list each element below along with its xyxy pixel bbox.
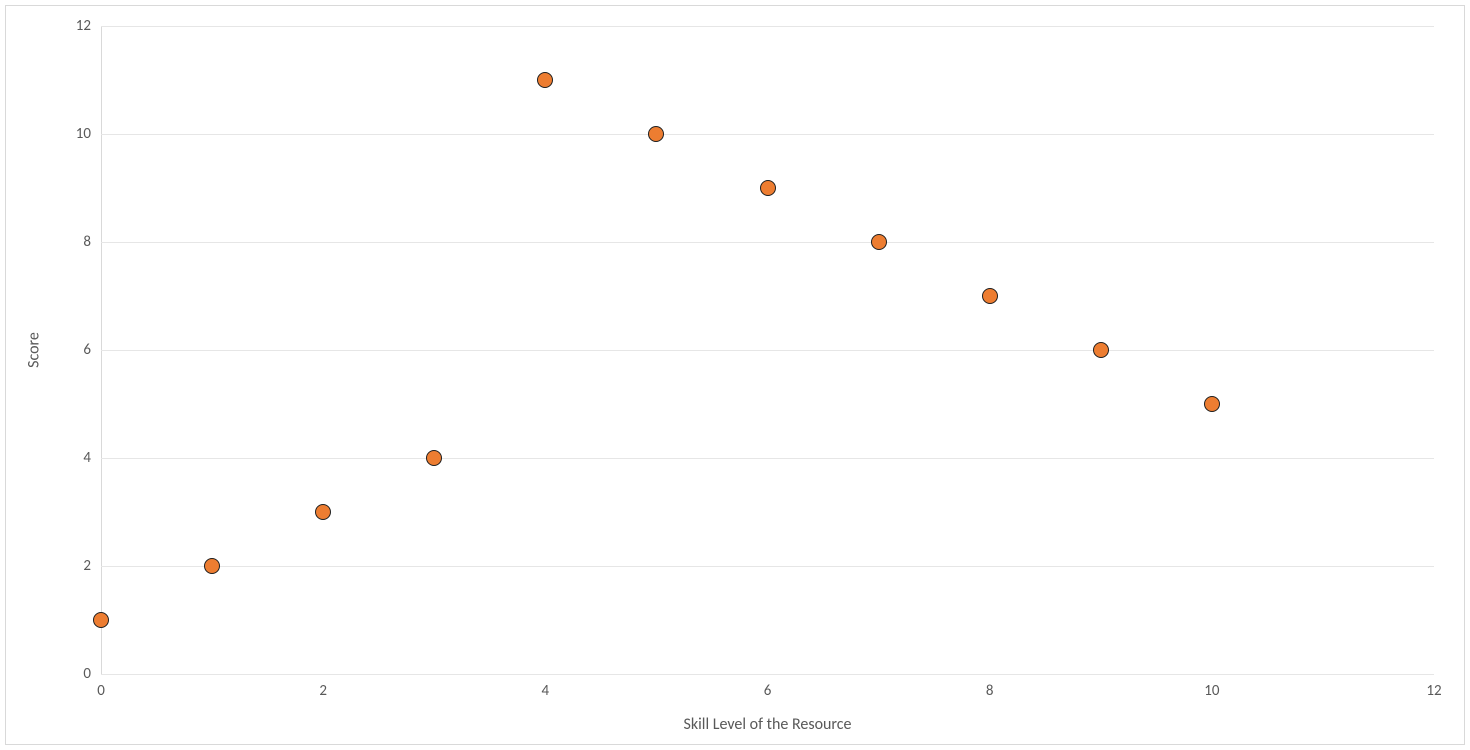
x-tick-label: 12 [1426, 682, 1441, 700]
data-point [93, 612, 109, 628]
gridline-h [101, 134, 1434, 135]
x-tick-label: 2 [319, 682, 327, 700]
data-point [426, 450, 442, 466]
plot-area [101, 26, 1434, 674]
y-tick-label: 8 [83, 233, 91, 251]
y-tick-label: 2 [83, 557, 91, 575]
gridline-h [101, 350, 1434, 351]
y-tick-label: 6 [83, 341, 91, 359]
data-point [982, 288, 998, 304]
y-tick-label: 12 [76, 17, 91, 35]
data-point [871, 234, 887, 250]
y-tick-label: 0 [83, 665, 91, 683]
data-point [204, 558, 220, 574]
gridline-h [101, 26, 1434, 27]
chart-container: Score 0 2 4 6 8 10 12 Skill Level of the Resou… [5, 5, 1465, 745]
x-tick-label: 8 [986, 682, 994, 700]
data-point [1093, 342, 1109, 358]
x-tick-label: 10 [1204, 682, 1219, 700]
data-point [1204, 396, 1220, 412]
data-point [648, 126, 664, 142]
y-axis: Score 024681012 [6, 26, 101, 674]
x-tick-label: 0 [97, 682, 105, 700]
x-axis-label: Skill Level of the Resource [683, 715, 851, 734]
x-axis: Skill Level of the Resource 024681012 [101, 674, 1434, 744]
x-tick-label: 4 [542, 682, 550, 700]
gridline-h [101, 242, 1434, 243]
y-tick-label: 4 [83, 449, 91, 467]
y-tick-label: 10 [76, 125, 91, 143]
gridline-h [101, 566, 1434, 567]
data-point [537, 72, 553, 88]
x-tick-label: 6 [764, 682, 772, 700]
data-point [760, 180, 776, 196]
data-point [315, 504, 331, 520]
y-axis-label: Score [24, 332, 43, 368]
gridline-h [101, 458, 1434, 459]
